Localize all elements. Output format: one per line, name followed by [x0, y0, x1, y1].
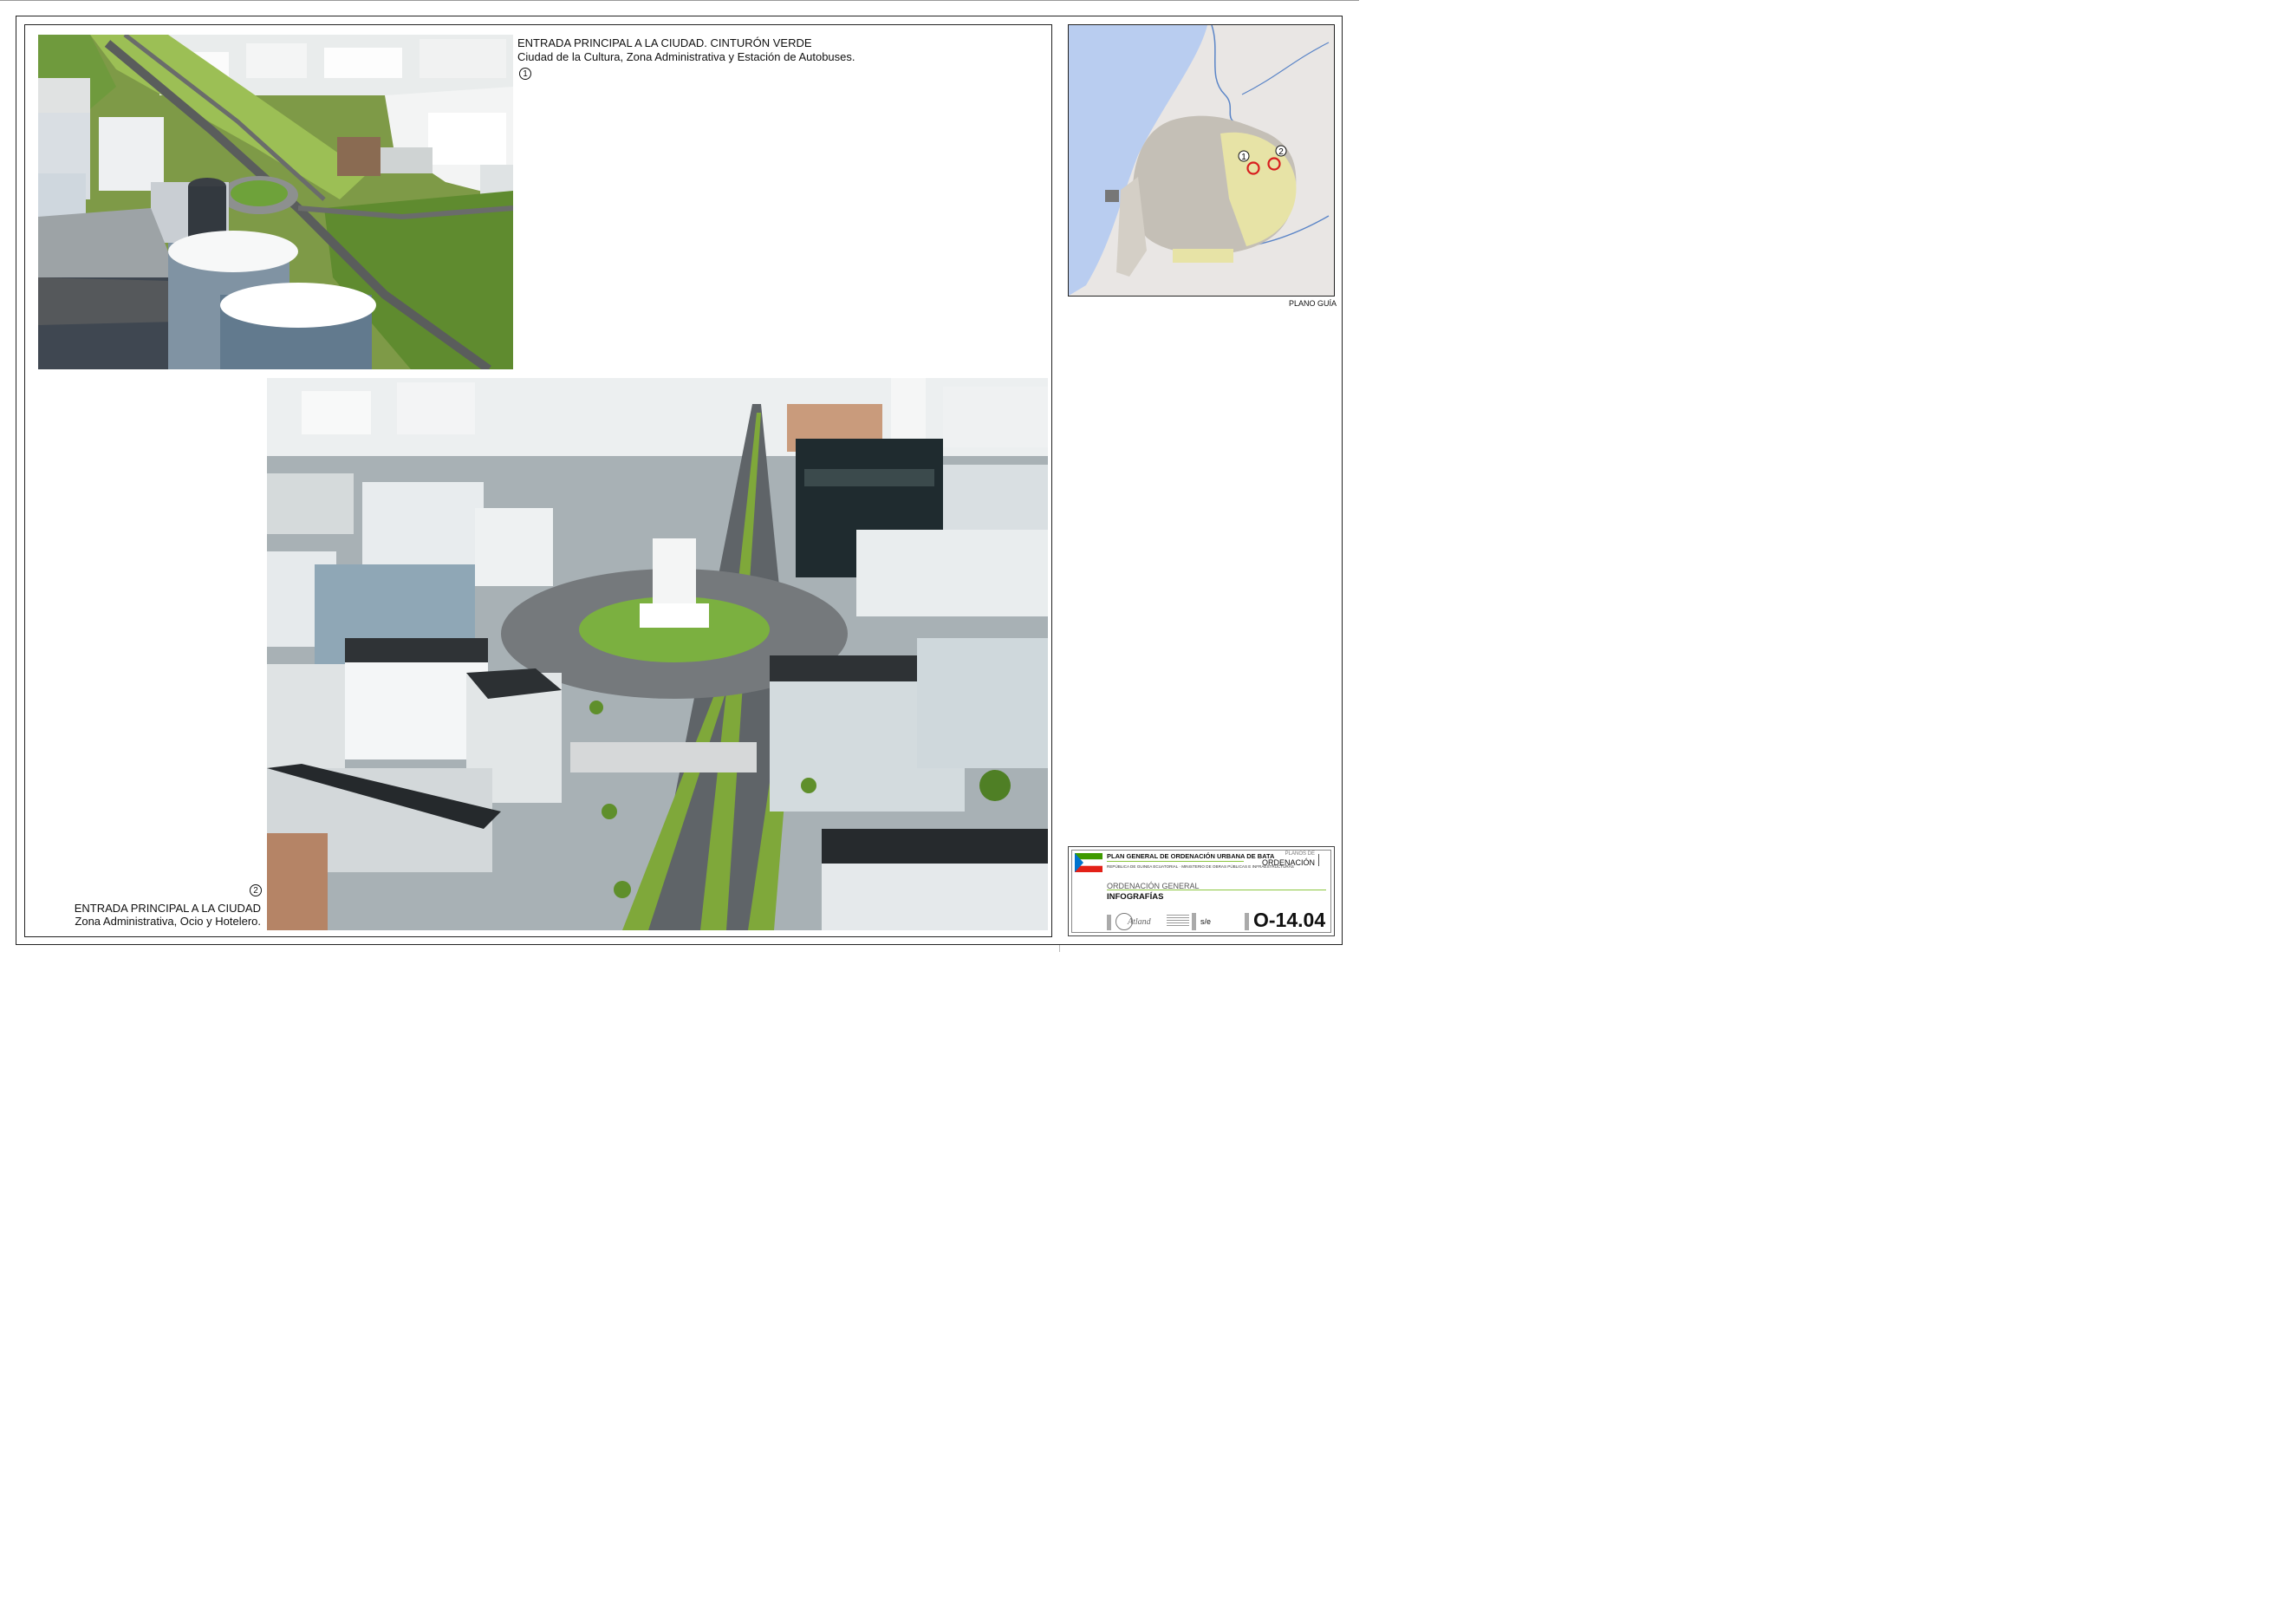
render-green-belt-illustration	[38, 35, 513, 369]
map-marker-2: 2	[1278, 147, 1284, 157]
map-marker-1: 1	[1241, 153, 1246, 162]
plan-code: O-14.04	[1253, 909, 1326, 931]
plans-mark-icon	[1318, 854, 1326, 866]
scale-tab	[1192, 913, 1196, 930]
scale-value: s/e	[1200, 917, 1212, 926]
image2-number-badge: 2	[250, 884, 262, 896]
plans-value: ORDENACIÓN	[1261, 858, 1315, 867]
bottom-tick	[1059, 945, 1060, 952]
plan-number-tab	[1245, 913, 1249, 930]
company-logo-text: Atland	[1128, 917, 1151, 927]
subject-label: INFOGRAFÍAS	[1107, 892, 1164, 902]
guide-map-drawing: 1 2	[1069, 25, 1334, 296]
guide-map: 1 2	[1068, 24, 1335, 297]
title-block: PLAN GENERAL DE ORDENACIÓN URBANA DE BAT…	[1068, 846, 1335, 936]
render-image-administrative-zone	[267, 378, 1048, 930]
image1-subtitle: Ciudad de la Cultura, Zona Administrativ…	[517, 50, 855, 63]
image1-number-badge: 1	[519, 68, 531, 80]
render-image-green-belt	[38, 35, 513, 369]
map-caption: PLANO GUÍA	[1289, 299, 1337, 308]
company-tab	[1107, 915, 1111, 930]
equatorial-guinea-flag-icon	[1075, 853, 1102, 872]
plan-title-accent-rule	[1107, 861, 1244, 862]
plans-label: PLANOS DE	[1285, 851, 1315, 857]
page-top-rule	[0, 0, 1359, 1]
company-details	[1167, 915, 1189, 927]
plan-title: PLAN GENERAL DE ORDENACIÓN URBANA DE BAT…	[1107, 852, 1275, 860]
image2-title: ENTRADA PRINCIPAL A LA CIUDAD	[74, 902, 261, 915]
image2-subtitle: Zona Administrativa, Ocio y Hotelero.	[75, 915, 261, 928]
render-administrative-zone-illustration	[267, 378, 1048, 930]
image1-title: ENTRADA PRINCIPAL A LA CIUDAD. CINTURÓN …	[517, 36, 812, 49]
